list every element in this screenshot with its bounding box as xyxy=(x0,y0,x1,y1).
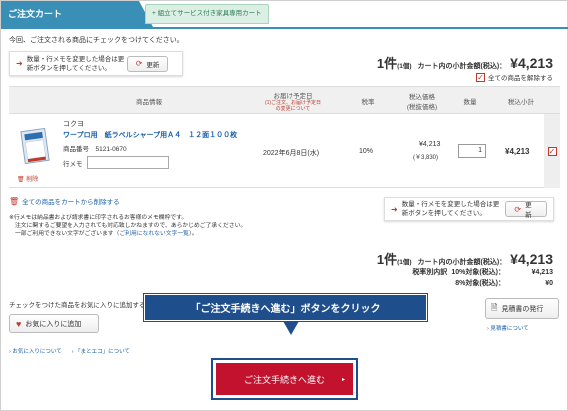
rate8-label: 8%対象(税込)： xyxy=(455,280,505,287)
tab-assembly-label: 組立てサービス付き家具専用カート xyxy=(157,10,262,17)
issue-quote-button[interactable]: 🗎 見積書の発行 xyxy=(485,298,559,319)
memo-notes: ※行メモは納品書および請求書に印字されるお客様のメモ欄枠です。 注文に関するご要… xyxy=(9,214,246,238)
subtotal-label: カート内の小計金額(税込)： xyxy=(417,63,507,70)
delete-all-label: 全ての商品をカートから削除する xyxy=(22,199,120,206)
cart-item-row: 🗑 削除 コクヨ ワープロ用 紙ラベルシャープ用Ａ４ １２面１００枚 商品番号 … xyxy=(9,114,560,188)
instruction-callout: 「ご注文手続きへ進む」ボタンをクリック xyxy=(144,294,427,321)
item-qty-count: (1個) xyxy=(397,63,412,70)
proceed-to-checkout-button[interactable]: ご注文手続きへ進む ▸ xyxy=(216,363,353,395)
delivery-change-link-2[interactable]: の変更について xyxy=(276,106,311,112)
checkout-label: ご注文手続きへ進む xyxy=(243,374,325,385)
col-delivery: お届け予定日 (1)ご注文、お届け予定日 の変更について xyxy=(264,93,322,112)
update-notice-text: 数量・行メモを変更した場合は更新ボタンを押してください。 xyxy=(401,201,500,217)
document-icon: 🗎 xyxy=(491,302,498,312)
rate10-value: ¥4,213 xyxy=(531,269,553,276)
subtotal-amount: ¥4,213 xyxy=(510,251,553,267)
callout-pointer xyxy=(283,321,299,335)
update-notice-bottom: ➜ 数量・行メモを変更した場合は更新ボタンを押してください。 ⟳ 更新 xyxy=(384,197,554,221)
cart-table-header: 商品情報 お届け予定日 (1)ご注文、お届け予定日 の変更について 税率 税込価… xyxy=(9,86,560,114)
memo-note-1: ※行メモは納品書および請求書に印字されるお客様のメモ欄枠です。 xyxy=(9,215,188,221)
arrow-right-icon: ➜ xyxy=(16,59,23,68)
cart-summary-bottom: 1件(1個) カート内の小計金額(税込)： ¥4,213 xyxy=(377,249,553,268)
favorites-about-link[interactable]: › お気に入りについて xyxy=(9,347,62,355)
delete-all-link[interactable]: 🗑 全ての商品をカートから削除する xyxy=(9,196,120,207)
uncheck-all-label: 全ての商品を解除する xyxy=(488,75,553,82)
update-button-bottom[interactable]: ⟳ 更新 xyxy=(505,201,547,219)
refresh-icon: ⟳ xyxy=(514,204,522,214)
delete-item-label: 削除 xyxy=(26,177,39,183)
refresh-icon: ⟳ xyxy=(135,59,143,68)
memo-label: 行メモ xyxy=(63,160,83,168)
memo-input[interactable] xyxy=(86,156,169,169)
update-notice-top: ➜ 数量・行メモを変更した場合は更新ボタンを押してください。 ⟳ 更新 xyxy=(9,51,183,76)
tab-assembly-furniture-cart[interactable]: + 組立てサービス付き家具専用カート xyxy=(145,4,269,24)
heart-icon: ♥ xyxy=(16,318,22,329)
update-button-label: 更新 xyxy=(525,202,532,219)
item-count: 1件 xyxy=(376,252,398,267)
rate10-label: 10%対象(税込)： xyxy=(451,269,505,276)
product-thumbnail[interactable] xyxy=(15,128,55,164)
delete-item-link[interactable]: 🗑 削除 xyxy=(17,174,38,183)
chevron-right-icon: ▸ xyxy=(341,376,345,383)
select-instruction: 今回、ご注文される商品にチェックをつけてください。 xyxy=(9,37,184,44)
col-tax-rate: 税率 xyxy=(361,99,375,106)
item-price: ¥4,213 xyxy=(419,141,441,148)
quantity-input[interactable]: 1 xyxy=(458,144,486,158)
subtotal-label: カート内の小計金額(税込)： xyxy=(417,259,507,266)
unusable-chars-link[interactable]: ご利用になれない文字一覧 xyxy=(119,231,189,237)
tax-breakdown: 税率別内訳 10%対象(税込)： ¥4,213 8%対象(税込)： ¥0 xyxy=(412,267,553,289)
item-qty-count: (1個) xyxy=(397,259,412,266)
update-button-label: 更新 xyxy=(146,61,160,69)
item-line-total: ¥4,213 xyxy=(505,147,530,156)
quote-about-link[interactable]: › 見積書について xyxy=(487,324,529,332)
trash-icon: 🗑 xyxy=(17,177,25,183)
delivery-date: 2022年6月8日(水) xyxy=(263,150,320,157)
item-tax-rate: 10% xyxy=(359,148,374,155)
rate8-value: ¥0 xyxy=(545,280,553,287)
item-code-line: 商品番号 5121-0670 xyxy=(63,146,127,153)
item-count: 1件 xyxy=(376,56,398,71)
uncheck-all-toggle[interactable]: ✓ 全ての商品を解除する xyxy=(476,72,553,82)
item-select-checkbox[interactable]: ✓ xyxy=(547,146,557,156)
help-links: › お気に入りについて › 「まとエコ」について xyxy=(9,347,130,355)
col-line-total: 税込小計 xyxy=(508,99,534,106)
update-notice-text: 数量・行メモを変更した場合は更新ボタンを押してください。 xyxy=(26,55,125,72)
item-maker: コクヨ xyxy=(63,121,84,128)
col-qty: 数量 xyxy=(463,99,477,106)
checkbox-checked-icon[interactable]: ✓ xyxy=(476,72,485,82)
memo-note-2: 注文に関するご要望を入力されても対応致しかねますので、あらかじめご了承ください。 xyxy=(15,223,247,229)
item-memo-line: 行メモ xyxy=(63,156,169,169)
cart-summary-top: 1件(1個) カート内の小計金額(税込)： ¥4,213 xyxy=(377,53,553,72)
trash-icon: 🗑 xyxy=(9,196,20,206)
col-price: 税込価格 (税抜価格) xyxy=(406,94,438,111)
item-code: 5121-0670 xyxy=(95,146,127,153)
checkout-highlight: ご注文手続きへ進む ▸ xyxy=(211,358,358,400)
memo-note-3: 一部ご利用できない文字がございます（ご利用になれない文字一覧）。 xyxy=(15,231,198,237)
update-button-top[interactable]: ⟳ 更新 xyxy=(126,55,169,72)
tab-underline xyxy=(1,27,568,29)
col-product: 商品情報 xyxy=(136,99,162,106)
add-to-favorites-button[interactable]: ♥ お気に入りに追加 xyxy=(9,314,99,333)
arrow-right-icon: ➜ xyxy=(391,204,398,214)
breakdown-title: 税率別内訳 xyxy=(412,269,448,276)
item-select-column: ✓ xyxy=(544,114,560,188)
subtotal-amount: ¥4,213 xyxy=(510,55,553,71)
cart-panel: ご注文カート + 組立てサービス付き家具専用カート 今回、ご注文される商品にチェ… xyxy=(0,0,568,411)
tab-order-cart[interactable]: ご注文カート xyxy=(1,1,153,27)
favorites-caption: チェックをつけた商品をお気に入りに追加する xyxy=(9,302,146,309)
issue-quote-label: 見積書の発行 xyxy=(501,305,544,313)
item-price-ex-tax: (￥3,830) xyxy=(413,155,439,161)
add-to-favorites-label: お気に入りに追加 xyxy=(25,320,82,328)
matome-about-link[interactable]: › 「まとエコ」について xyxy=(72,347,130,355)
item-name-link[interactable]: ワープロ用 紙ラベルシャープ用Ａ４ １２面１００枚 xyxy=(63,130,237,140)
tab-order-cart-label: ご注文カート xyxy=(8,9,63,19)
